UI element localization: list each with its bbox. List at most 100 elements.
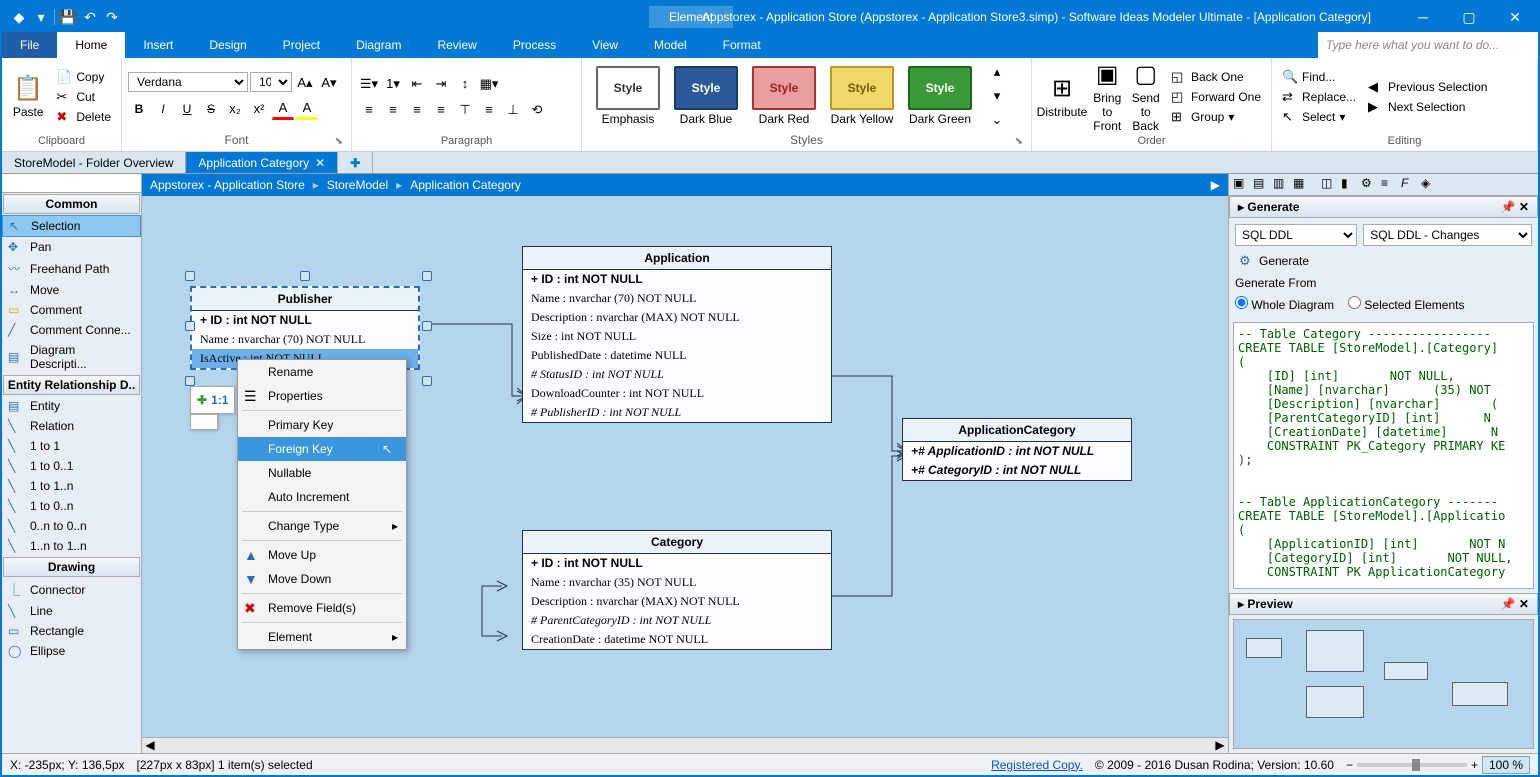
entity-appcategory[interactable]: ApplicationCategory +# ApplicationID : i… [902,418,1132,481]
entity-row[interactable]: + ID : int NOT NULL [523,270,831,289]
entity-row[interactable]: Description : nvarchar (MAX) NOT NULL [523,308,831,327]
cm-element[interactable]: Element▸ [238,625,406,649]
radio-whole[interactable]: Whole Diagram [1235,296,1334,312]
numbering-icon[interactable]: 1▾ [382,73,404,95]
entity-row[interactable]: Name : nvarchar (70) NOT NULL [523,289,831,308]
back-one-button[interactable]: ◱Back One [1167,68,1265,86]
menu-project[interactable]: Project [265,32,338,58]
delete-button[interactable]: ✖Delete [52,108,115,126]
tab-overview[interactable]: StoreModel - Folder Overview [2,152,186,173]
paste-button[interactable]: 📋Paste [8,74,48,119]
quick-edit-floater[interactable]: ✚ 1:1 [190,386,235,414]
style-darkgreen[interactable]: Style [908,66,972,110]
valign-bot-icon[interactable]: ⊥ [502,99,524,121]
diagram-canvas[interactable]: Publisher + ID : int NOT NULL Name : nva… [142,196,1228,737]
undo-icon[interactable]: ↶ [81,8,99,26]
close-tab-icon[interactable]: ✕ [315,156,325,170]
indent-icon[interactable]: ⇥ [430,73,452,95]
send-back-button[interactable]: ▢Send to Back [1128,60,1162,133]
forward-one-button[interactable]: ◰Forward One [1167,88,1265,106]
tool-entity[interactable]: ▤Entity [2,396,141,416]
zoom-slider[interactable] [1357,763,1467,767]
cm-autoincrement[interactable]: Auto Increment [238,485,406,509]
sql-output[interactable]: -- Table Category ----------------- CREA… [1233,322,1534,589]
tool-selection[interactable]: ↖Selection [2,215,141,237]
cm-primary-key[interactable]: Primary Key [238,413,406,437]
entity-row[interactable]: Name : nvarchar (35) NOT NULL [523,573,831,592]
entity-application[interactable]: Application + ID : int NOT NULL Name : n… [522,246,832,423]
tool-comment[interactable]: ▭Comment [2,300,141,320]
next-sel-button[interactable]: ▶Next Selection [1364,98,1491,116]
cm-remove[interactable]: ✖Remove Field(s) [238,596,406,620]
toolbox-cat-common[interactable]: Common [3,194,140,214]
entity-row[interactable]: +# ApplicationID : int NOT NULL [903,442,1131,461]
hscroll-left[interactable]: ◀ [142,738,158,753]
entity-row[interactable]: # ParentCategoryID : int NOT NULL [523,611,831,630]
preview-header[interactable]: ▸ Preview📌 ✕ [1229,593,1538,615]
cm-move-up[interactable]: ▲Move Up [238,543,406,567]
menu-home[interactable]: Home [57,32,125,58]
cm-move-down[interactable]: ▼Move Down [238,567,406,591]
entity-publisher[interactable]: Publisher + ID : int NOT NULL Name : nva… [190,286,420,370]
preview-pane[interactable] [1233,619,1534,749]
panel-btn[interactable]: ▥ [1273,176,1291,194]
gen-src2[interactable]: SQL DDL - Changes [1363,224,1532,246]
menu-diagram[interactable]: Diagram [338,32,419,58]
entity-row[interactable]: Size : int NOT NULL [523,327,831,346]
panel-btn[interactable]: ▣ [1233,176,1251,194]
style-darkyellow[interactable]: Style [830,66,894,110]
styles-more-icon[interactable]: ▾ [986,85,1008,107]
underline-button[interactable]: U [176,98,198,120]
align-left-icon[interactable]: ≡ [358,99,380,121]
font-size[interactable]: 10 [250,72,292,92]
generate-button[interactable]: ⚙Generate [1235,252,1532,270]
tool-comment-conn[interactable]: ╱Comment Conne... [2,320,141,340]
redo-icon[interactable]: ↷ [103,8,121,26]
cut-button[interactable]: ✂Cut [52,88,115,106]
linespacing-icon[interactable]: ↕ [454,73,476,95]
border-icon[interactable]: ▦▾ [478,73,500,95]
menu-design[interactable]: Design [191,32,264,58]
tool-connector[interactable]: ⎿Connector [2,578,141,601]
menu-review[interactable]: Review [419,32,494,58]
align-right-icon[interactable]: ≡ [406,99,428,121]
tool-rectangle[interactable]: ▭Rectangle [2,621,141,641]
entity-row[interactable]: CreationDate : datetime NOT NULL [523,630,831,649]
entity-row[interactable]: Name : nvarchar (70) NOT NULL [192,330,418,349]
entity-row[interactable]: PublishedDate : datetime NULL [523,346,831,365]
close-button[interactable]: ✕ [1492,2,1538,32]
panel-btn[interactable]: ◈ [1421,176,1439,194]
registered-link[interactable]: Registered Copy. [991,758,1083,772]
tool-0nto0n[interactable]: ╲0..n to 0..n [2,516,141,536]
tellme-search[interactable]: Type here what you want to do... [1318,32,1538,58]
bring-front-button[interactable]: ▣Bring to Front [1090,60,1124,133]
bc-item[interactable]: Appstorex - Application Store [150,178,305,192]
hscroll-right[interactable]: ▶ [1212,738,1228,753]
panel-btn[interactable]: ▦ [1293,176,1311,194]
align-center-icon[interactable]: ≡ [382,99,404,121]
zoom-in-icon[interactable]: + [1471,758,1478,772]
select-button[interactable]: ↖Select ▾ [1278,108,1360,126]
entity-category[interactable]: Category + ID : int NOT NULL Name : nvar… [522,530,832,650]
prev-sel-button[interactable]: ◀Previous Selection [1364,78,1491,96]
tool-line[interactable]: ╲Line [2,601,141,621]
copy-button[interactable]: 📄Copy [52,68,115,86]
entity-row[interactable]: Description : nvarchar (MAX) NOT NULL [523,592,831,611]
styles-expand-icon[interactable]: ⌄ [986,109,1008,131]
panel-btn[interactable]: ≡ [1381,176,1399,194]
cm-rename[interactable]: Rename [238,360,406,384]
generate-header[interactable]: ▸ Generate📌 ✕ [1229,196,1538,218]
highlight-button[interactable]: A [296,98,318,120]
justify-icon[interactable]: ≡ [430,99,452,121]
styles-more-icon[interactable]: ▴ [986,61,1008,83]
tool-move[interactable]: ↔Move [2,280,141,300]
menu-view[interactable]: View [574,32,636,58]
panel-btn[interactable]: ▤ [1253,176,1271,194]
gen-src1[interactable]: SQL DDL [1235,224,1357,246]
tool-diagram-desc[interactable]: ▤Diagram Descripti... [2,340,141,374]
entity-row[interactable]: # PublisherID : int NOT NULL [523,403,831,422]
bc-item[interactable]: Application Category [410,178,521,192]
entity-row[interactable]: # StatusID : int NOT NULL [523,365,831,384]
tool-1to1n[interactable]: ╲1 to 1..n [2,476,141,496]
qat-dropdown-icon[interactable]: ▾ [32,8,50,26]
